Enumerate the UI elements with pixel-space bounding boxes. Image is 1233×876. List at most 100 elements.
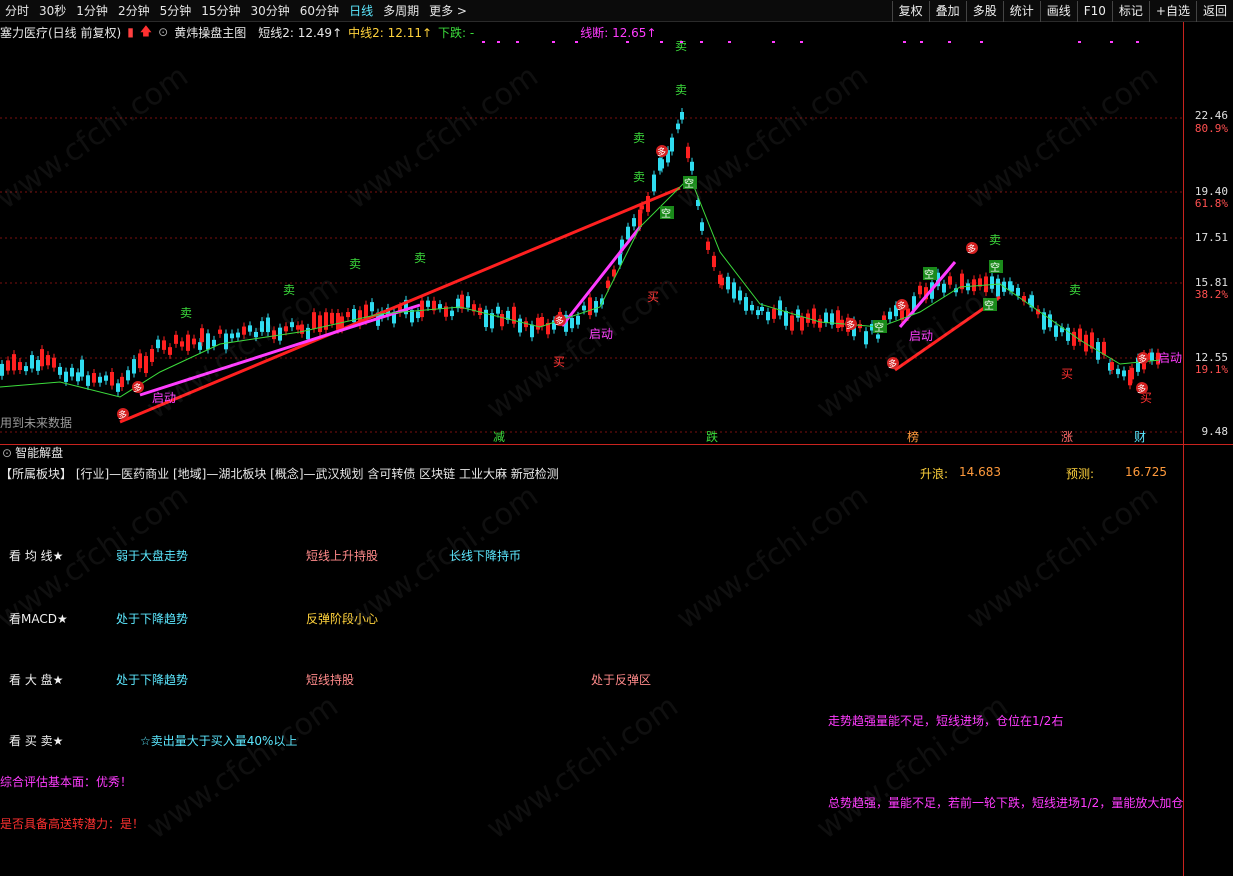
candle-body <box>168 347 172 355</box>
analysis-panel-header: ⊙ 智能解盘 <box>0 444 1233 460</box>
signal-dot <box>772 41 775 43</box>
empty-signal: 空 <box>874 321 884 334</box>
kline-chart[interactable]: 减跌榜涨财用到未来数据卖卖卖卖卖卖卖卖卖卖买买买买启动 启动 启动 启动多多多多多多多… <box>0 22 1233 444</box>
predict-label: 预测: <box>1066 467 1095 481</box>
candle-body <box>948 276 952 285</box>
candle-body <box>1048 314 1052 328</box>
predict-value: 16.725 <box>1125 465 1167 479</box>
candle-body <box>110 372 114 386</box>
toolbar-button[interactable]: 画线 <box>1039 1 1077 22</box>
bottom-tag: 跌 <box>706 429 718 444</box>
period-tab[interactable]: 2分钟 <box>113 0 155 22</box>
candle-body <box>652 174 656 192</box>
toolbar-button[interactable]: F10 <box>1076 1 1112 22</box>
candle-body <box>278 327 282 341</box>
row-ma-c2: 短线上升持股 <box>306 549 379 563</box>
many-signal: 多 <box>118 409 127 421</box>
period-tab[interactable]: 分时 <box>0 0 34 22</box>
candle-body <box>416 311 420 319</box>
candle-body <box>98 376 102 383</box>
candle-body <box>738 290 742 301</box>
candle-body <box>260 321 264 332</box>
signal-dot <box>903 41 906 43</box>
candle-body <box>570 318 574 329</box>
candle-body <box>1010 285 1014 292</box>
candle-body <box>230 333 234 339</box>
toolbar-button[interactable]: 复权 <box>891 1 929 22</box>
fundamental-eval: 综合评估基本面：优秀！ <box>0 775 133 789</box>
candle-body <box>162 340 166 350</box>
analysis-panel: 【所属板块】 [行业]—医药商业 [地域]—湖北板块 [概念]—武汉规划 含可转… <box>0 460 1183 876</box>
candle-body <box>426 300 430 307</box>
candle-body <box>484 309 488 328</box>
rise-value: 14.683 <box>959 465 1001 479</box>
candle-body <box>76 372 80 382</box>
candle-body <box>52 357 56 368</box>
candle-body <box>750 304 754 311</box>
toolbar-button[interactable]: 叠加 <box>928 1 966 22</box>
period-tab[interactable]: 更多 > <box>424 0 472 22</box>
candle-body <box>58 366 62 375</box>
collapse-icon[interactable]: ⊙ <box>2 446 12 460</box>
toolbar-button[interactable]: 多股 <box>965 1 1003 22</box>
candle-body <box>218 329 222 334</box>
candle-body <box>518 318 522 333</box>
candle-body <box>582 305 586 311</box>
signal-dot <box>728 41 731 43</box>
start-signal: 启动 <box>909 329 933 343</box>
period-tab[interactable]: 5分钟 <box>155 0 197 22</box>
candle-body <box>312 312 316 329</box>
candle-body <box>790 315 794 331</box>
candle-body <box>766 311 770 321</box>
period-tab[interactable]: 1分钟 <box>71 0 113 22</box>
toolbar-button[interactable]: 标记 <box>1111 1 1149 22</box>
period-tab[interactable]: 日线 <box>344 0 378 22</box>
price-axis: 22.46 80.9% 19.40 61.8% 17.51 15.81 38.2… <box>1183 22 1233 444</box>
row-market-c3: 处于反弹区 <box>591 673 652 687</box>
candle-body <box>670 137 674 152</box>
row-macd-label: 看MACD★ <box>9 612 68 626</box>
candle-body <box>1116 368 1120 375</box>
candle-body <box>1130 367 1134 380</box>
period-tab[interactable]: 30秒 <box>34 0 71 22</box>
candle-body <box>466 296 470 308</box>
many-signal: 多 <box>657 146 666 158</box>
candle-body <box>784 311 788 326</box>
bottom-tag: 减 <box>493 430 505 444</box>
candle-body <box>92 373 96 383</box>
candle-body <box>410 310 414 323</box>
toolbar-button[interactable]: 统计 <box>1002 1 1040 22</box>
candle-body <box>918 285 922 295</box>
candle-body <box>760 306 764 311</box>
rise-label: 升浪: <box>920 467 949 481</box>
signal-dot <box>497 41 500 43</box>
period-tab[interactable]: 30分钟 <box>246 0 295 22</box>
period-tab[interactable]: 15分钟 <box>196 0 245 22</box>
candle-body <box>296 325 300 330</box>
pct-tick: 19.1% <box>1194 363 1228 376</box>
candle-body <box>824 312 828 323</box>
toolbar-button[interactable]: 返回 <box>1195 1 1233 22</box>
pct-tick: 61.8% <box>1194 197 1228 210</box>
candle-body <box>200 328 204 343</box>
candle-body <box>818 318 822 328</box>
candle-body <box>676 123 680 130</box>
period-tab[interactable]: 60分钟 <box>295 0 344 22</box>
toolbar-buttons: 复权 叠加 多股 统计 画线 F10 标记 +自选 返回 <box>891 0 1233 22</box>
kline-chart-svg[interactable]: 减跌榜涨财用到未来数据卖卖卖 卖卖卖卖卖卖卖买买买买启动启动 启动启动多多多多多多多… <box>0 22 1233 444</box>
sell-signal: 卖 <box>989 233 1001 247</box>
candle-body <box>496 306 500 314</box>
sector-info: 【所属板块】 [行业]—医药商业 [地域]—湖北板块 [概念]—武汉规划 含可转… <box>0 467 559 481</box>
candle-body <box>756 310 760 316</box>
trend-line <box>560 226 642 327</box>
candle-body <box>1110 362 1114 370</box>
candle-body <box>284 326 288 332</box>
candle-body <box>64 371 68 382</box>
period-tab[interactable]: 多周期 <box>378 0 424 22</box>
candle-body <box>626 226 630 240</box>
candle-body <box>370 302 374 312</box>
toolbar-button[interactable]: +自选 <box>1148 1 1196 22</box>
transfer-potential: 是否具备高送转潜力：是！ <box>0 817 145 831</box>
candle-body <box>858 323 862 329</box>
candle-body <box>984 276 988 293</box>
